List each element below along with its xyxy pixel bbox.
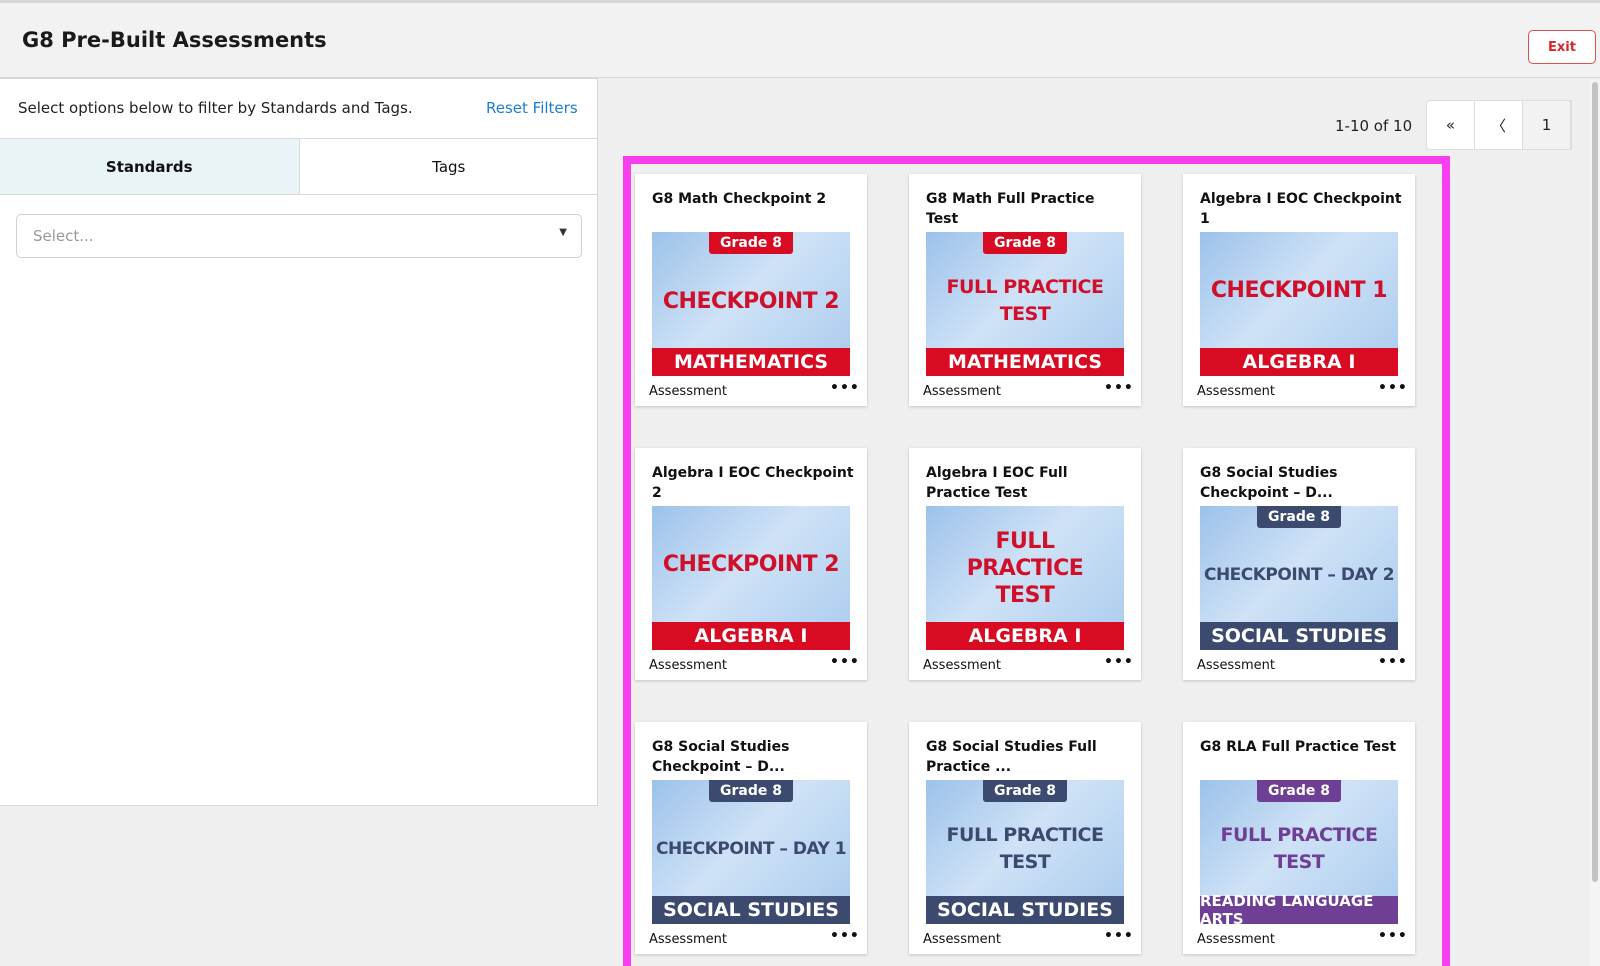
thumbnail-heading: CHECKPOINT 1 (1210, 277, 1388, 303)
more-options-icon[interactable]: ••• (830, 380, 860, 396)
reset-filters-link[interactable]: Reset Filters (486, 99, 578, 117)
card-title: G8 RLA Full Practice Test (1200, 739, 1397, 755)
assessment-card[interactable]: Algebra I EOC Full Practice Test FULL PR… (909, 448, 1141, 680)
assessment-card[interactable]: G8 Math Full Practice Test Grade 8 FULL … (909, 174, 1141, 406)
tab-tags[interactable]: Tags (300, 139, 599, 194)
card-title: G8 Math Full Practice Test (926, 191, 1095, 227)
thumbnail-heading: FULL PRACTICE TEST (966, 528, 1084, 608)
grade-badge: Grade 8 (709, 232, 793, 254)
card-thumbnail: Grade 8 FULL PRACTICE TEST SOCIAL STUDIE… (926, 780, 1124, 924)
filter-sidebar: Select options below to filter by Standa… (0, 78, 598, 806)
card-thumbnail: CHECKPOINT 1 ALGEBRA I (1200, 232, 1398, 376)
page-button-1[interactable]: 1 (1523, 101, 1571, 149)
exit-button[interactable]: Exit (1528, 30, 1596, 64)
thumbnail-subject: ALGEBRA I (926, 622, 1124, 650)
assessment-card[interactable]: G8 Social Studies Full Practice ... Grad… (909, 722, 1141, 954)
standards-select[interactable]: Select... ▼ (16, 214, 582, 258)
page-header: G8 Pre-Built Assessments Exit (0, 3, 1600, 78)
thumbnail-heading: CHECKPOINT 2 (662, 551, 840, 577)
card-thumbnail: Grade 8 CHECKPOINT 2 MATHEMATICS (652, 232, 850, 376)
thumbnail-heading: FULL PRACTICE TEST (1220, 824, 1378, 873)
thumbnail-subject: MATHEMATICS (926, 348, 1124, 376)
more-options-icon[interactable]: ••• (1378, 654, 1408, 670)
thumbnail-subject: ALGEBRA I (652, 622, 850, 650)
card-title: Algebra I EOC Checkpoint 2 (652, 465, 854, 501)
thumbnail-heading: FULL PRACTICE TEST (946, 276, 1104, 325)
first-page-button[interactable]: « (1427, 101, 1475, 149)
thumbnail-heading: FULL PRACTICE TEST (946, 824, 1104, 873)
tab-standards[interactable]: Standards (0, 139, 300, 194)
more-options-icon[interactable]: ••• (1104, 654, 1134, 670)
card-type: Assessment (923, 658, 1001, 673)
card-thumbnail: Grade 8 FULL PRACTICE TEST MATHEMATICS (926, 232, 1124, 376)
assessment-card[interactable]: Algebra I EOC Checkpoint 2 CHECKPOINT 2 … (635, 448, 867, 680)
grade-badge: Grade 8 (1257, 506, 1341, 528)
card-type: Assessment (649, 658, 727, 673)
assessment-card[interactable]: Algebra I EOC Checkpoint 1 CHECKPOINT 1 … (1183, 174, 1415, 406)
results-range: 1-10 of 10 (1335, 117, 1413, 135)
grade-badge: Grade 8 (983, 232, 1067, 254)
card-type: Assessment (1197, 384, 1275, 399)
thumbnail-subject: READING LANGUAGE ARTS (1200, 892, 1398, 924)
more-options-icon[interactable]: ••• (1104, 380, 1134, 396)
filter-tabs: Standards Tags (0, 138, 598, 195)
assessment-grid: G8 Math Checkpoint 2 Grade 8 CHECKPOINT … (623, 156, 1450, 966)
caret-down-icon: ▼ (559, 227, 567, 238)
thumbnail-subject: ALGEBRA I (1200, 348, 1398, 376)
card-type: Assessment (649, 932, 727, 947)
card-type: Assessment (923, 932, 1001, 947)
assessment-card[interactable]: G8 Math Checkpoint 2 Grade 8 CHECKPOINT … (635, 174, 867, 406)
select-placeholder: Select... (33, 227, 94, 245)
assessment-card[interactable]: G8 Social Studies Checkpoint – D... Grad… (635, 722, 867, 954)
prev-page-button[interactable]: 〈 (1475, 101, 1523, 149)
more-options-icon[interactable]: ••• (1378, 928, 1408, 944)
assessment-card[interactable]: G8 RLA Full Practice Test Grade 8 FULL P… (1183, 722, 1415, 954)
card-thumbnail: Grade 8 FULL PRACTICE TEST READING LANGU… (1200, 780, 1398, 924)
card-title: Algebra I EOC Checkpoint 1 (1200, 191, 1402, 227)
card-thumbnail: Grade 8 CHECKPOINT – DAY 2 SOCIAL STUDIE… (1200, 506, 1398, 650)
card-title: G8 Social Studies Checkpoint – D... (652, 739, 790, 775)
card-type: Assessment (1197, 932, 1275, 947)
grade-badge: Grade 8 (983, 780, 1067, 802)
more-options-icon[interactable]: ••• (1104, 928, 1134, 944)
assessment-card[interactable]: G8 Social Studies Checkpoint – D... Grad… (1183, 448, 1415, 680)
thumbnail-subject: SOCIAL STUDIES (926, 896, 1124, 924)
thumbnail-subject: MATHEMATICS (652, 348, 850, 376)
card-thumbnail: FULL PRACTICE TEST ALGEBRA I (926, 506, 1124, 650)
card-type: Assessment (1197, 658, 1275, 673)
card-title: G8 Social Studies Checkpoint – D... (1200, 465, 1338, 501)
pagination: « 〈 1 (1426, 100, 1572, 150)
thumbnail-heading: CHECKPOINT – DAY 1 (655, 838, 847, 859)
card-title: Algebra I EOC Full Practice Test (926, 465, 1068, 501)
grade-badge: Grade 8 (709, 780, 793, 802)
more-options-icon[interactable]: ••• (830, 654, 860, 670)
card-thumbnail: CHECKPOINT 2 ALGEBRA I (652, 506, 850, 650)
grade-badge: Grade 8 (1257, 780, 1341, 802)
thumbnail-subject: SOCIAL STUDIES (1200, 622, 1398, 650)
thumbnail-heading: CHECKPOINT – DAY 2 (1203, 564, 1395, 585)
thumbnail-subject: SOCIAL STUDIES (652, 896, 850, 924)
page-title: G8 Pre-Built Assessments (22, 28, 327, 52)
filter-instructions: Select options below to filter by Standa… (18, 99, 413, 117)
card-title: G8 Math Checkpoint 2 (652, 191, 827, 207)
card-type: Assessment (649, 384, 727, 399)
card-type: Assessment (923, 384, 1001, 399)
more-options-icon[interactable]: ••• (1378, 380, 1408, 396)
thumbnail-heading: CHECKPOINT 2 (662, 288, 840, 314)
scrollbar-thumb[interactable] (1592, 82, 1598, 882)
card-thumbnail: Grade 8 CHECKPOINT – DAY 1 SOCIAL STUDIE… (652, 780, 850, 924)
more-options-icon[interactable]: ••• (830, 928, 860, 944)
card-title: G8 Social Studies Full Practice ... (926, 739, 1097, 775)
